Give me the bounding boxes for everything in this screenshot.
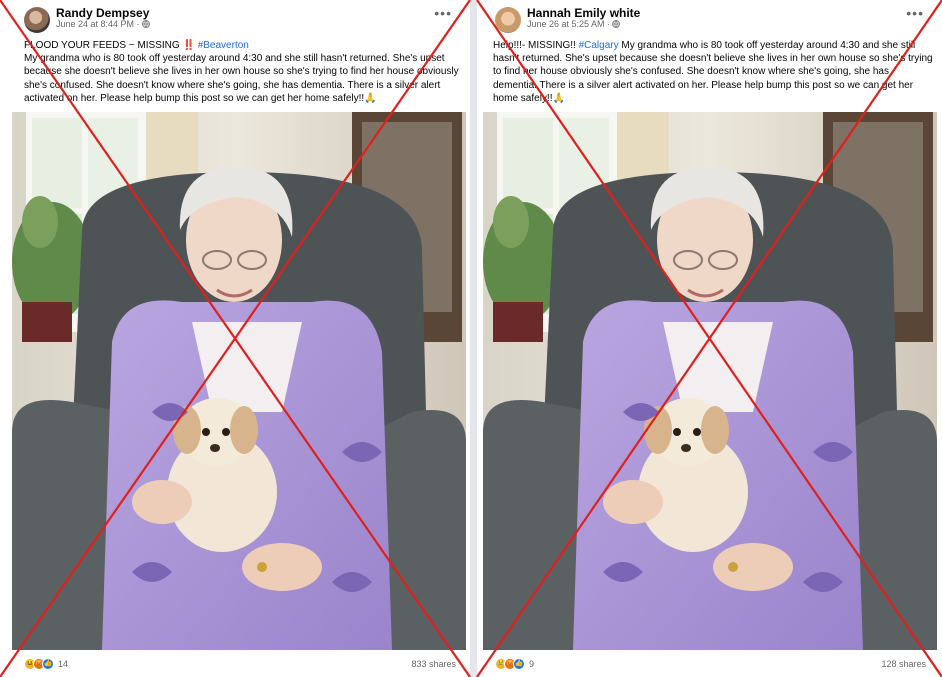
shares-count[interactable]: 833 shares — [411, 659, 456, 669]
reactions-summary[interactable]: 😢 😡 👍 9 — [495, 658, 534, 670]
more-options-icon[interactable]: ••• — [434, 6, 452, 20]
hashtag-link[interactable]: #Calgary — [579, 40, 619, 51]
author-name[interactable]: Hannah Emily white — [527, 6, 640, 20]
post-card-right: Hannah Emily white June 26 at 5:25 AM · … — [477, 0, 942, 677]
post-footer: 😆 😡 👍 14 833 shares — [24, 656, 456, 672]
author-name[interactable]: Randy Dempsey — [56, 6, 149, 20]
reaction-count[interactable]: 9 — [529, 659, 534, 669]
like-icon: 👍 — [513, 658, 525, 670]
post-text-prefix: Help!!!- MISSING!! — [493, 40, 579, 51]
post-photo[interactable] — [483, 112, 937, 650]
post-photo[interactable] — [12, 112, 466, 650]
post-text: Help!!!- MISSING!! #Calgary My grandma w… — [493, 39, 933, 105]
like-icon: 👍 — [42, 658, 54, 670]
post-footer: 😢 😡 👍 9 128 shares — [495, 656, 926, 672]
post-timestamp[interactable]: June 26 at 5:25 AM · — [527, 19, 610, 29]
post-text: FLOOD YOUR FEEDS ~ MISSING ‼️ #Beaverton… — [24, 39, 460, 105]
author-avatar[interactable] — [495, 7, 521, 33]
post-text-prefix: FLOOD YOUR FEEDS ~ MISSING — [24, 40, 183, 51]
more-options-icon[interactable]: ••• — [906, 6, 924, 20]
photo-grandma-with-puppy — [483, 112, 937, 650]
author-avatar[interactable] — [24, 7, 50, 33]
post-meta: June 26 at 5:25 AM · — [527, 19, 620, 29]
reactions-summary[interactable]: 😆 😡 👍 14 — [24, 658, 68, 670]
photo-grandma-with-puppy — [12, 112, 466, 650]
globe-icon — [612, 20, 620, 28]
hashtag-link[interactable]: #Beaverton — [198, 40, 249, 51]
post-meta: June 24 at 8:44 PM · — [56, 19, 150, 29]
shares-count[interactable]: 128 shares — [881, 659, 926, 669]
globe-icon — [141, 20, 150, 28]
post-card-left: Randy Dempsey June 24 at 8:44 PM · ••• F… — [0, 0, 470, 677]
post-timestamp[interactable]: June 24 at 8:44 PM · — [56, 19, 140, 29]
reaction-count[interactable]: 14 — [58, 659, 68, 669]
double-exclamation-emoji: ‼️ — [182, 40, 195, 51]
post-text-body: My grandma who is 80 took off yesterday … — [24, 53, 459, 104]
